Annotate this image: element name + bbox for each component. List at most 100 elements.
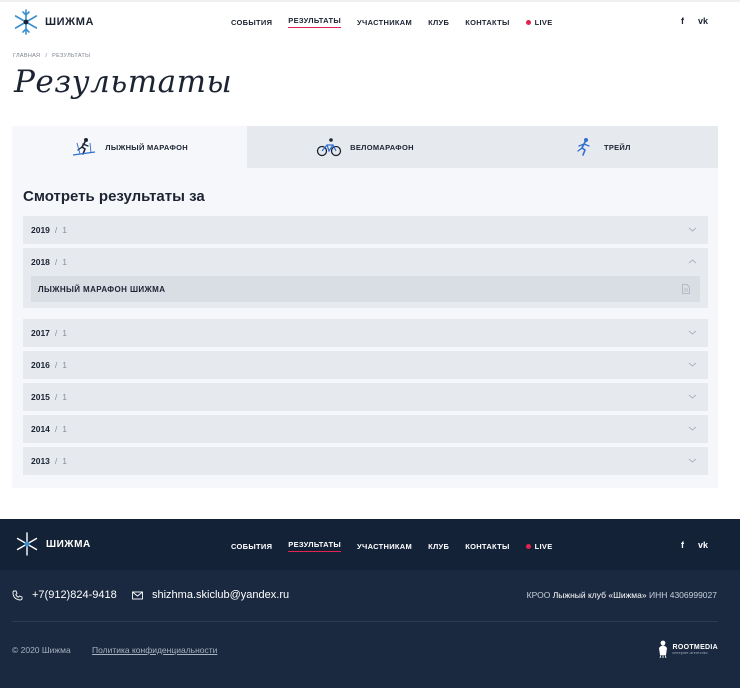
nav-item-participants[interactable]: Участникам	[357, 18, 412, 27]
year-label: 2015	[31, 392, 50, 402]
year-row[interactable]: 2013 / 1	[23, 447, 708, 475]
org-prefix: КРОО	[526, 590, 551, 600]
facebook-icon[interactable]: f	[681, 16, 684, 26]
snowflake-logo-icon	[14, 9, 38, 35]
site-header: ШИЖМА События Результаты Участникам Клуб…	[0, 0, 740, 38]
year-count: 1	[62, 225, 68, 235]
section-title: Смотреть результаты за	[23, 188, 205, 205]
year-accordion-2013: 2013 / 1	[23, 447, 708, 475]
snowflake-logo-icon	[16, 532, 38, 556]
chevron-down-icon	[688, 426, 697, 431]
year-separator: /	[54, 392, 58, 402]
footer-social-links: f vk	[681, 540, 708, 550]
year-separator: /	[54, 257, 58, 267]
footer-nav: События Результаты Участникам Клуб Конта…	[231, 540, 553, 552]
chevron-down-icon	[688, 458, 697, 463]
vk-icon[interactable]: vk	[698, 540, 708, 550]
year-accordion-body: ЛЫЖНЫЙ МАРАФОН ШИЖМА	[23, 276, 708, 308]
year-label: 2016	[31, 360, 50, 370]
year-label: 2018	[31, 257, 50, 267]
developer-subtitle: интернет-агентство	[672, 650, 708, 655]
developer-logo[interactable]: ROOTMEDIA интернет-агентство	[656, 639, 718, 659]
phone-number: +7(912)824-9418	[32, 589, 117, 601]
results-panel: Лыжный марафон Веломарафон Трейл Смотрет…	[12, 126, 718, 488]
year-row[interactable]: 2018 / 1	[23, 248, 708, 276]
footer-nav-item-live[interactable]: LIVE	[525, 542, 553, 551]
year-count: 1	[62, 456, 68, 466]
year-accordion-2018: 2018 / 1 ЛЫЖНЫЙ МАРАФОН ШИЖМА	[23, 248, 708, 308]
year-row[interactable]: 2016 / 1	[23, 351, 708, 379]
org-inn: ИНН 4306999027	[648, 590, 717, 600]
nav-item-contacts[interactable]: Контакты	[465, 18, 509, 27]
rootmedia-logo-icon	[658, 640, 667, 659]
tab-label: Трейл	[603, 142, 631, 152]
year-separator: /	[54, 424, 58, 434]
year-count: 1	[62, 257, 68, 267]
year-separator: /	[54, 225, 58, 235]
year-label: 2014	[31, 424, 50, 434]
org-name: Лыжный клуб «Шижма»	[552, 590, 647, 600]
year-count: 1	[62, 360, 68, 370]
chevron-down-icon	[688, 227, 697, 232]
breadcrumb-home[interactable]: ГЛАВНАЯ	[13, 53, 40, 59]
tab-bike-marathon[interactable]: Веломарафон	[247, 126, 483, 168]
tab-label: Лыжный марафон	[105, 142, 189, 152]
year-row[interactable]: 2017 / 1	[23, 319, 708, 347]
main-nav: События Результаты Участникам Клуб Конта…	[231, 16, 553, 28]
sport-tabs: Лыжный марафон Веломарафон Трейл	[12, 126, 718, 168]
result-document-title: ЛЫЖНЫЙ МАРАФОН ШИЖМА	[38, 284, 166, 294]
copyright: © 2020 Шижма	[12, 645, 71, 655]
email-address: shizhma.skiclub@yandex.ru	[152, 589, 290, 601]
year-separator: /	[54, 456, 58, 466]
footer-nav-item-events[interactable]: События	[231, 542, 272, 551]
result-document-link[interactable]: ЛЫЖНЫЙ МАРАФОН ШИЖМА	[31, 276, 700, 302]
footer-logo-text: ШИЖМА	[46, 538, 91, 550]
footer-divider	[12, 621, 718, 622]
year-row[interactable]: 2014 / 1	[23, 415, 708, 443]
chevron-down-icon	[688, 330, 697, 335]
footer-nav-item-contacts[interactable]: Контакты	[465, 542, 509, 551]
year-accordion-2014: 2014 / 1	[23, 415, 708, 443]
year-row[interactable]: 2015 / 1	[23, 383, 708, 411]
year-row[interactable]: 2019 / 1	[23, 216, 708, 244]
nav-item-club[interactable]: Клуб	[428, 18, 449, 27]
year-label: 2013	[31, 456, 50, 466]
live-dot-icon	[525, 543, 531, 549]
year-count: 1	[62, 328, 68, 338]
tab-label: Веломарафон	[350, 142, 414, 152]
chevron-up-icon	[688, 259, 697, 264]
year-accordion-2017: 2017 / 1	[23, 319, 708, 347]
chevron-down-icon	[688, 394, 697, 399]
mail-icon	[132, 591, 143, 599]
footer-nav-item-results[interactable]: Результаты	[288, 540, 342, 552]
breadcrumb-current: РЕЗУЛЬТАТЫ	[52, 53, 91, 59]
footer-nav-item-club[interactable]: Клуб	[428, 542, 449, 551]
year-accordion-2015: 2015 / 1	[23, 383, 708, 411]
logo[interactable]: ШИЖМА	[12, 8, 94, 36]
nav-item-live[interactable]: LIVE	[525, 17, 553, 27]
tab-trail[interactable]: Трейл	[482, 126, 718, 168]
page-title: Результаты	[14, 64, 233, 100]
year-label: 2017	[31, 328, 50, 338]
footer-phone[interactable]: +7(912)824-9418	[12, 589, 117, 601]
live-label: LIVE	[534, 17, 553, 27]
vk-icon[interactable]: vk	[698, 16, 708, 26]
footer-logo[interactable]: ШИЖМА	[14, 531, 91, 557]
facebook-icon[interactable]: f	[681, 540, 684, 550]
year-label: 2019	[31, 225, 50, 235]
phone-icon	[12, 590, 23, 600]
footer-nav-bar: ШИЖМА События Результаты Участникам Клуб…	[0, 519, 740, 570]
year-count: 1	[62, 392, 68, 402]
footer-nav-item-participants[interactable]: Участникам	[357, 542, 412, 551]
nav-item-results[interactable]: Результаты	[288, 16, 342, 28]
privacy-policy-link[interactable]: Политика конфиденциальности	[92, 645, 217, 655]
year-accordion-2016: 2016 / 1	[23, 351, 708, 379]
year-count: 1	[62, 424, 68, 434]
developer-text: ROOTMEDIA интернет-агентство	[673, 644, 718, 655]
nav-item-events[interactable]: События	[231, 18, 272, 27]
bicycle-icon	[316, 138, 342, 157]
live-dot-icon	[525, 19, 531, 25]
year-accordion-2019: 2019 / 1	[23, 216, 708, 244]
tab-ski-marathon[interactable]: Лыжный марафон	[12, 126, 248, 168]
footer-email[interactable]: shizhma.skiclub@yandex.ru	[132, 589, 289, 601]
